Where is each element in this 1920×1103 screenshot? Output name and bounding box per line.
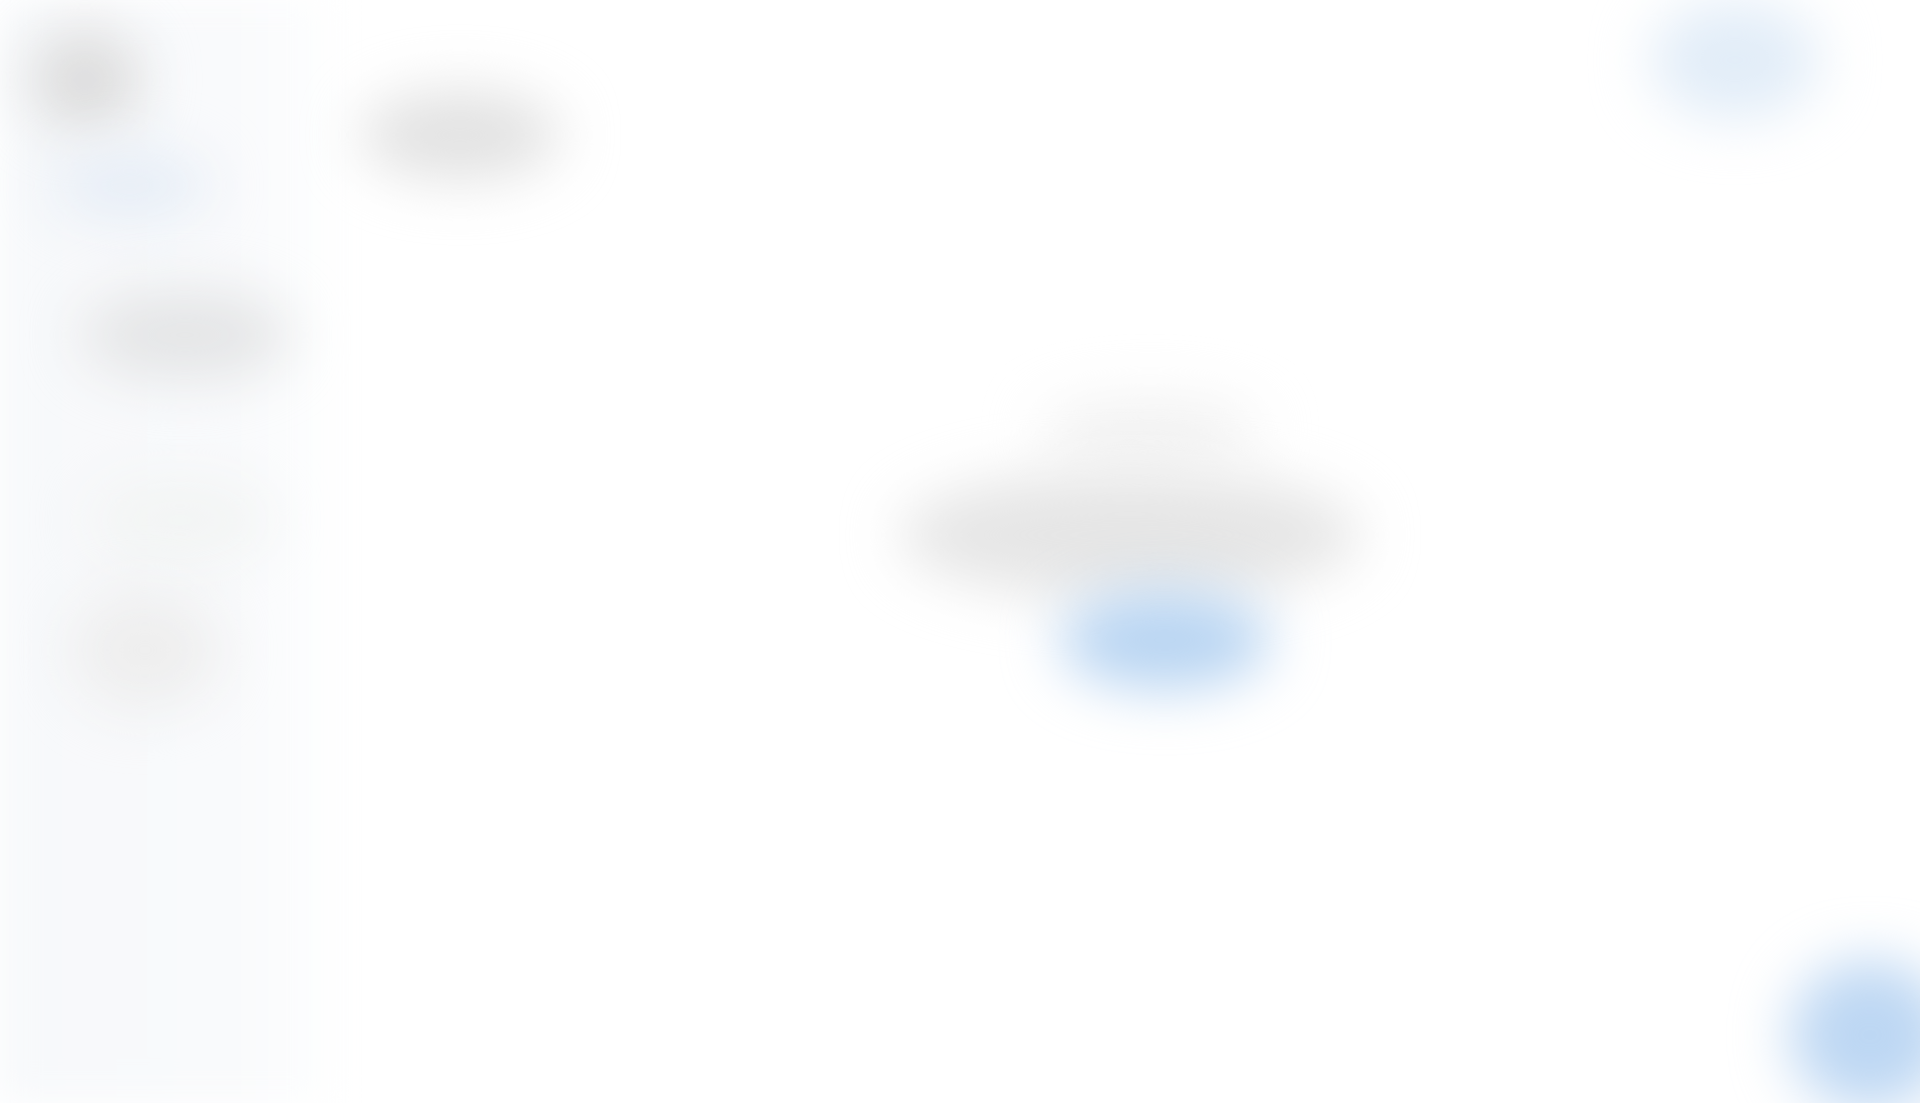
empty-state-message <box>900 470 1360 600</box>
sidebar-item[interactable] <box>80 290 290 380</box>
sidebar-item[interactable] <box>70 590 220 710</box>
add-icon[interactable] <box>1790 960 1920 1103</box>
empty-state-title <box>1040 400 1260 460</box>
sidebar-item[interactable] <box>90 480 270 560</box>
account-icon[interactable] <box>1650 0 1820 120</box>
primary-action-button[interactable] <box>1060 590 1270 690</box>
app-logo[interactable] <box>30 30 140 130</box>
app-window <box>0 0 1920 1103</box>
page-title <box>360 90 560 180</box>
sidebar-item-active[interactable] <box>50 150 210 220</box>
